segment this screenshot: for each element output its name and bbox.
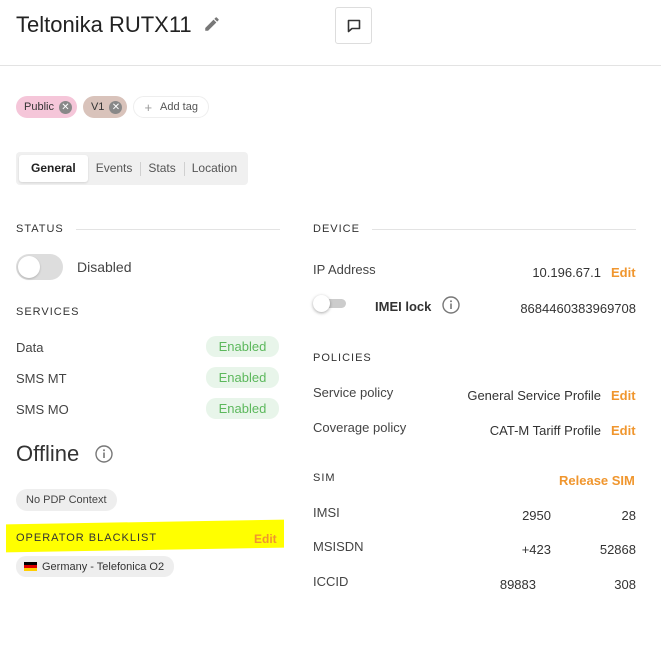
status-heading: STATUS <box>16 223 64 235</box>
blacklist-edit-button[interactable]: Edit <box>254 532 277 546</box>
tag-public[interactable]: Public ✕ <box>16 96 77 118</box>
tag-v1[interactable]: V1 ✕ <box>82 96 128 118</box>
divider <box>372 229 636 230</box>
release-sim-button[interactable]: Release SIM <box>559 473 635 488</box>
blacklist-item-label: Germany - Telefonica O2 <box>42 560 165 573</box>
service-sms-mt-label: SMS MT <box>16 371 67 386</box>
status-toggle[interactable] <box>16 254 63 280</box>
comment-icon <box>347 19 360 32</box>
service-sms-mo-status[interactable]: Enabled <box>206 398 279 419</box>
services-heading: SERVICES <box>16 306 80 318</box>
device-heading: DEVICE <box>313 223 360 235</box>
service-sms-mo-label: SMS MO <box>16 402 69 417</box>
connection-state: Offline <box>16 441 80 466</box>
toggle-knob <box>313 295 330 312</box>
info-icon[interactable] <box>95 445 113 463</box>
ip-address-label: IP Address <box>313 262 376 277</box>
imsi-value-part: 28 <box>621 508 636 523</box>
info-icon[interactable] <box>442 296 460 314</box>
iccid-label: ICCID <box>313 574 349 589</box>
comment-button[interactable] <box>335 7 372 44</box>
imsi-value-part: 2950 <box>522 508 551 523</box>
add-tag-label: Add tag <box>160 101 198 113</box>
imei-lock-toggle[interactable] <box>313 295 346 312</box>
operator-blacklist-heading: OPERATOR BLACKLIST <box>16 532 158 544</box>
tab-events[interactable]: Events <box>88 155 141 182</box>
msisdn-value-part: +423 <box>521 542 551 557</box>
msisdn-label: MSISDN <box>313 539 364 554</box>
status-toggle-label: Disabled <box>77 259 132 275</box>
divider <box>76 229 280 230</box>
blacklist-item[interactable]: Germany - Telefonica O2 <box>16 556 175 577</box>
tag-label: Public <box>24 101 54 113</box>
service-sms-mt-status[interactable]: Enabled <box>206 367 279 388</box>
tag-list: Public ✕ V1 ✕ + Add tag <box>16 96 209 118</box>
ip-edit-button[interactable]: Edit <box>611 265 636 280</box>
add-tag-button[interactable]: + Add tag <box>133 96 209 118</box>
toggle-knob <box>18 256 40 278</box>
tag-label: V1 <box>90 101 105 113</box>
service-policy-value: General Service Profile <box>467 388 601 403</box>
imei-value: 8684460383969708 <box>520 301 636 316</box>
sim-heading: SIM <box>313 472 336 484</box>
tab-bar: General Events Stats Location <box>16 152 249 185</box>
iccid-value-part: 89883 <box>499 577 536 592</box>
pdp-status-badge: No PDP Context <box>16 489 117 511</box>
coverage-policy-value: CAT-M Tariff Profile <box>489 423 601 438</box>
remove-tag-icon[interactable]: ✕ <box>109 100 123 114</box>
coverage-policy-edit-button[interactable]: Edit <box>611 423 636 438</box>
policies-heading: POLICIES <box>313 352 372 364</box>
msisdn-value-part: 52868 <box>599 542 636 557</box>
ip-address-value: 10.196.67.1 <box>532 265 601 280</box>
tab-stats[interactable]: Stats <box>140 155 183 182</box>
remove-tag-icon[interactable]: ✕ <box>58 100 72 114</box>
plus-icon: + <box>144 99 153 115</box>
service-data-status[interactable]: Enabled <box>206 336 279 357</box>
service-policy-label: Service policy <box>313 385 394 400</box>
service-policy-edit-button[interactable]: Edit <box>611 388 636 403</box>
tab-general[interactable]: General <box>19 155 88 182</box>
germany-flag-icon <box>24 562 37 571</box>
service-data-label: Data <box>16 340 44 355</box>
tab-location[interactable]: Location <box>183 155 245 182</box>
imei-lock-label: IMEI lock <box>375 299 432 314</box>
coverage-policy-label: Coverage policy <box>313 420 407 435</box>
page-header: Teltonika RUTX11 <box>0 0 661 66</box>
imsi-label: IMSI <box>313 505 340 520</box>
iccid-value-part: 308 <box>614 577 636 592</box>
pencil-icon[interactable] <box>203 15 221 33</box>
page-title: Teltonika RUTX11 <box>16 12 192 37</box>
